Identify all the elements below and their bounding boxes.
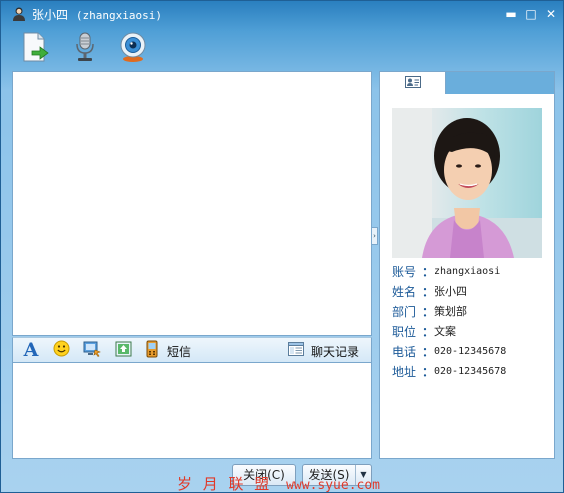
profile-details: 账号 ： zhangxiaosi 姓名 ： 张小四 部门 ： 策划部 职位 ： … bbox=[392, 262, 552, 382]
profile-row-position: 职位 ： 文案 bbox=[392, 322, 552, 342]
close-window-button[interactable]: ✕ bbox=[543, 7, 559, 21]
account-colon: ： bbox=[422, 265, 435, 279]
screenshot-button[interactable] bbox=[83, 341, 101, 359]
phone-colon: ： bbox=[422, 345, 435, 359]
watermark-text: 岁 月 联 盟 bbox=[177, 475, 273, 493]
sms-label[interactable]: 短信 bbox=[167, 343, 191, 360]
contact-photo bbox=[392, 108, 542, 258]
profile-row-name: 姓名 ： 张小四 bbox=[392, 282, 552, 302]
collapse-sidebar-toggle[interactable]: › bbox=[371, 227, 378, 245]
font-button[interactable]: A bbox=[21, 339, 41, 361]
send-image-button[interactable] bbox=[114, 341, 132, 359]
window-title: 张小四 (zhangxiaosi) bbox=[32, 6, 162, 23]
title-account: (zhangxiaosi) bbox=[75, 9, 162, 22]
chat-history-area[interactable] bbox=[12, 71, 372, 336]
position-value: 文案 bbox=[434, 325, 456, 338]
department-label: 部门 bbox=[392, 305, 417, 319]
profile-tab-bar bbox=[380, 72, 554, 94]
position-label: 职位 bbox=[392, 325, 417, 339]
smiley-icon bbox=[53, 340, 70, 360]
profile-row-department: 部门 ： 策划部 bbox=[392, 302, 552, 322]
profile-row-phone: 电话 ： 020-12345678 bbox=[392, 342, 552, 362]
mobile-phone-icon bbox=[146, 340, 158, 361]
microphone-icon bbox=[70, 31, 100, 66]
profile-row-address: 地址 ： 020-12345678 bbox=[392, 362, 552, 382]
name-label: 姓名 bbox=[392, 285, 417, 299]
phone-label: 电话 bbox=[392, 345, 417, 359]
voice-chat-button[interactable] bbox=[68, 31, 102, 65]
minimize-button[interactable]: ▬ bbox=[503, 7, 519, 21]
title-name: 张小四 bbox=[32, 8, 69, 22]
department-colon: ： bbox=[422, 305, 435, 319]
screen-capture-icon bbox=[83, 341, 101, 360]
contact-profile-panel: 账号 ： zhangxiaosi 姓名 ： 张小四 部门 ： 策划部 职位 ： … bbox=[379, 71, 555, 459]
message-input[interactable] bbox=[12, 363, 372, 459]
address-label: 地址 bbox=[392, 365, 417, 379]
phone-value: 020-12345678 bbox=[434, 346, 507, 357]
name-colon: ： bbox=[422, 285, 435, 299]
video-chat-button[interactable] bbox=[116, 31, 150, 65]
chat-window: 张小四 (zhangxiaosi) ▬ □ ✕ A 短信 聊天记录 › 关闭(C… bbox=[0, 0, 564, 493]
maximize-button[interactable]: □ bbox=[523, 7, 539, 21]
chat-history-label[interactable]: 聊天记录 bbox=[311, 343, 359, 360]
department-value: 策划部 bbox=[434, 305, 467, 318]
font-icon: A bbox=[23, 339, 39, 361]
emoticon-button[interactable] bbox=[52, 340, 70, 360]
file-send-icon bbox=[18, 31, 50, 66]
user-avatar-icon bbox=[11, 6, 27, 22]
address-value: 020-12345678 bbox=[434, 366, 507, 377]
address-colon: ： bbox=[422, 365, 435, 379]
profile-row-account: 账号 ： zhangxiaosi bbox=[392, 262, 552, 282]
watermark-url: www.syue.com bbox=[286, 478, 381, 493]
send-file-button[interactable] bbox=[17, 31, 51, 65]
chat-history-button[interactable] bbox=[287, 341, 305, 359]
main-toolbar bbox=[1, 27, 563, 67]
title-bar[interactable]: 张小四 (zhangxiaosi) ▬ □ ✕ bbox=[1, 1, 563, 27]
watermark: 岁 月 联 盟 www.syue.com bbox=[177, 473, 380, 493]
account-value: zhangxiaosi bbox=[434, 266, 501, 277]
position-colon: ： bbox=[422, 325, 435, 339]
contact-card-icon bbox=[404, 75, 421, 91]
sms-button[interactable] bbox=[143, 340, 161, 361]
input-toolbar: A 短信 聊天记录 bbox=[12, 337, 372, 363]
account-label: 账号 bbox=[392, 265, 417, 279]
webcam-icon bbox=[117, 31, 149, 66]
image-icon bbox=[115, 341, 132, 360]
tab-contact-card[interactable] bbox=[380, 72, 446, 94]
name-value: 张小四 bbox=[434, 285, 467, 298]
history-window-icon bbox=[288, 341, 304, 359]
